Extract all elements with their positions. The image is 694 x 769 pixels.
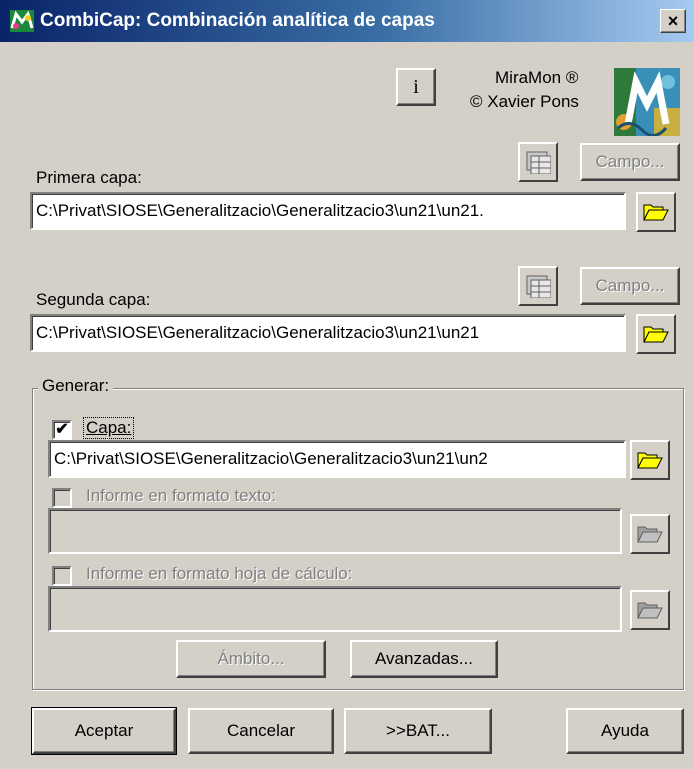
- informe-texto-browse-button[interactable]: [630, 514, 670, 554]
- segunda-browse-button[interactable]: [636, 314, 676, 354]
- close-button[interactable]: ×: [660, 9, 686, 33]
- informe-hoja-checkbox[interactable]: [52, 566, 72, 586]
- informe-hoja-input[interactable]: [48, 586, 622, 632]
- capa-checkbox-label[interactable]: Capa:: [82, 417, 135, 439]
- capa-checkbox[interactable]: ✔: [52, 420, 72, 440]
- ayuda-button[interactable]: Ayuda: [566, 708, 684, 754]
- informe-texto-input[interactable]: [48, 508, 622, 554]
- aceptar-button[interactable]: Aceptar: [31, 707, 177, 755]
- folder-open-icon: [637, 526, 663, 543]
- product-name: MiraMon ®: [495, 68, 579, 87]
- author-name: © Xavier Pons: [470, 92, 579, 111]
- primera-capa-input[interactable]: C:\Privat\SIOSE\Generalitzacio\Generalit…: [30, 192, 626, 230]
- segunda-table-button[interactable]: [518, 266, 558, 306]
- informe-texto-checkbox[interactable]: [52, 488, 72, 508]
- segunda-campo-button[interactable]: Campo...: [580, 267, 680, 305]
- folder-open-icon: [637, 452, 663, 469]
- capa-output-input[interactable]: C:\Privat\SIOSE\Generalitzacio\Generalit…: [48, 440, 626, 478]
- informe-hoja-label: Informe en formato hoja de cálculo:: [86, 564, 353, 583]
- folder-open-icon: [637, 602, 663, 619]
- info-icon: i: [413, 75, 419, 98]
- segunda-capa-label: Segunda capa:: [36, 290, 151, 309]
- table-icon: [526, 275, 551, 298]
- miramon-app-icon: [10, 10, 34, 32]
- informe-hoja-browse-button[interactable]: [630, 590, 670, 630]
- bat-button[interactable]: >>BAT...: [344, 708, 492, 754]
- primera-capa-label: Primera capa:: [36, 168, 142, 187]
- table-icon: [526, 151, 551, 174]
- primera-campo-button[interactable]: Campo...: [580, 143, 680, 181]
- generar-group-title: Generar:: [38, 376, 114, 396]
- info-button[interactable]: i: [396, 68, 436, 106]
- ambito-button[interactable]: Ámbito...: [176, 640, 326, 678]
- cancelar-button[interactable]: Cancelar: [188, 708, 334, 754]
- folder-open-icon: [643, 204, 669, 221]
- primera-browse-button[interactable]: [636, 192, 676, 232]
- folder-open-icon: [643, 326, 669, 343]
- window-title: CombiCap: Combinación analítica de capas: [40, 10, 435, 31]
- miramon-logo: [614, 68, 680, 136]
- close-icon: ×: [667, 11, 679, 31]
- title-bar[interactable]: CombiCap: Combinación analítica de capas…: [0, 0, 694, 42]
- avanzadas-button[interactable]: Avanzadas...: [350, 640, 498, 678]
- check-icon: ✔: [55, 421, 69, 438]
- primera-table-button[interactable]: [518, 142, 558, 182]
- segunda-capa-input[interactable]: C:\Privat\SIOSE\Generalitzacio\Generalit…: [30, 314, 626, 352]
- capa-browse-button[interactable]: [630, 440, 670, 480]
- informe-texto-label: Informe en formato texto:: [86, 486, 276, 505]
